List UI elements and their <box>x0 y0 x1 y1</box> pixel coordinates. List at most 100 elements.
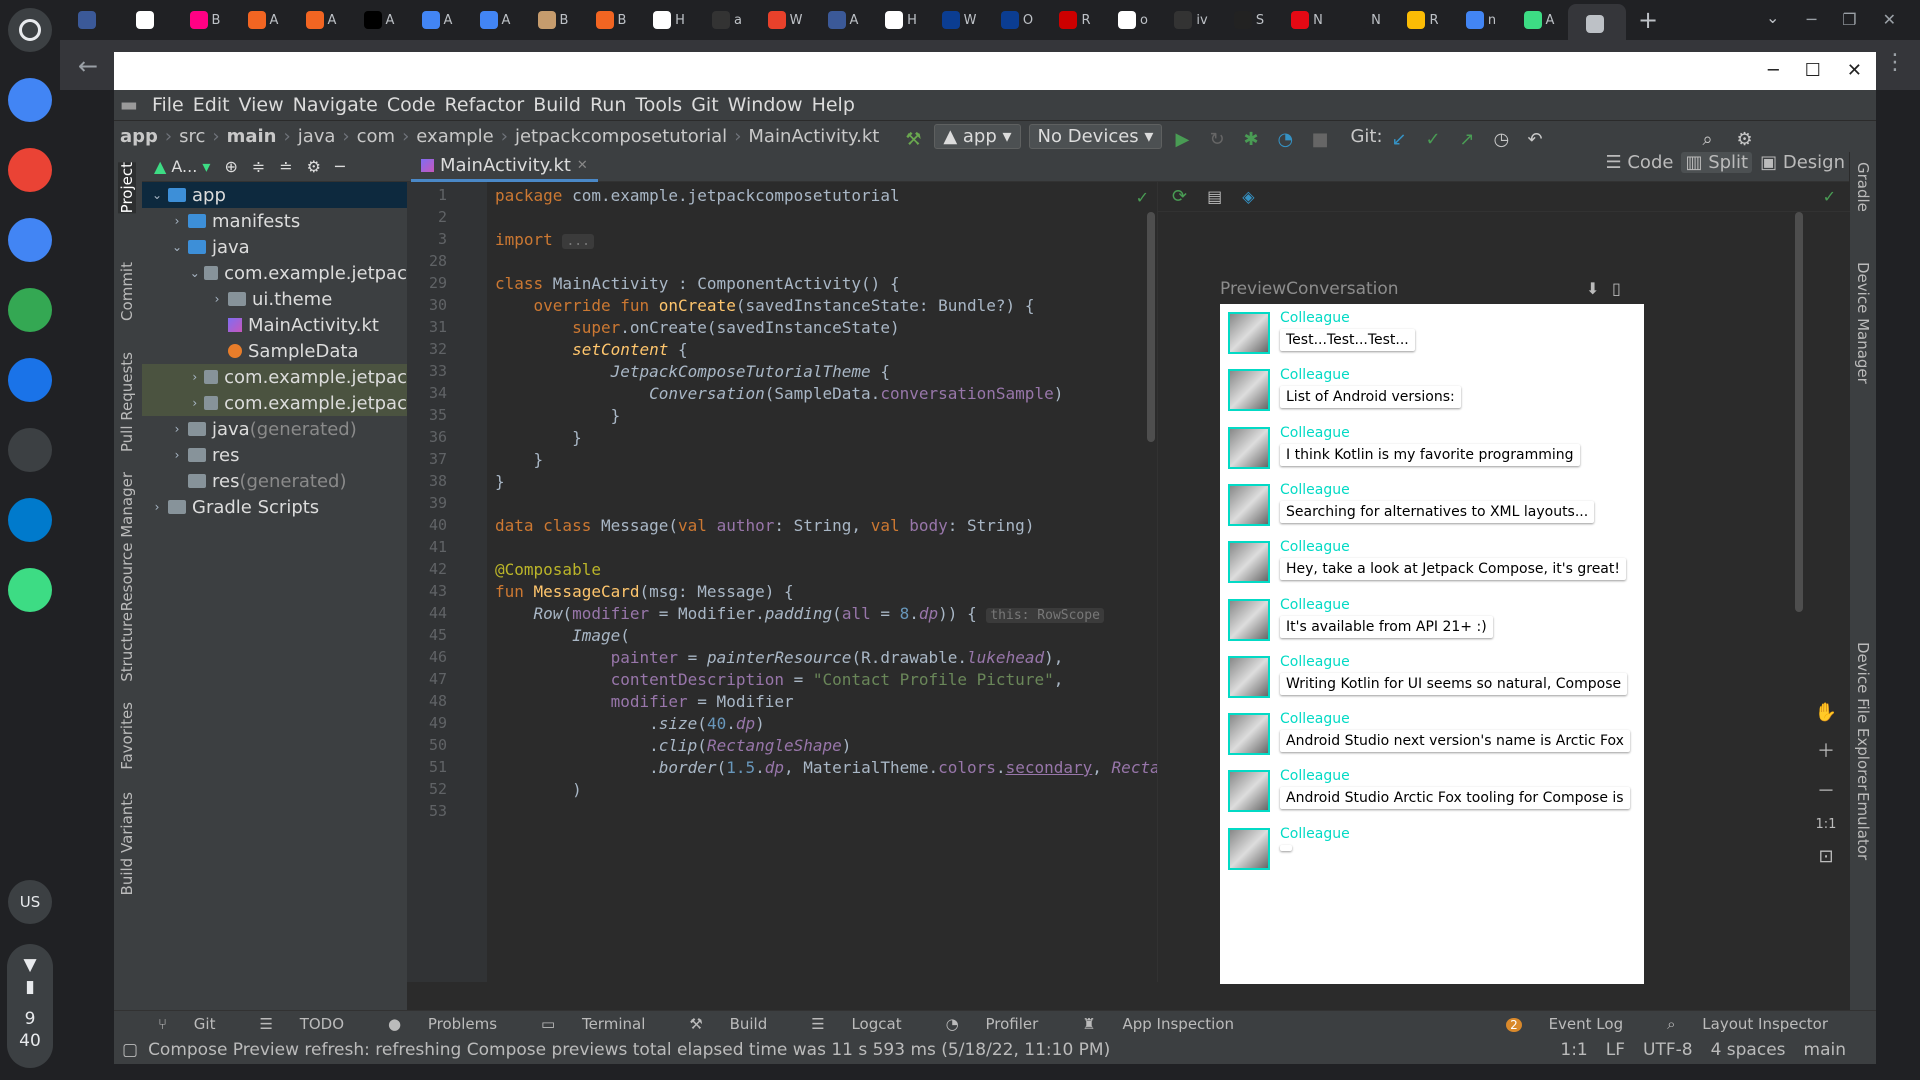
tree-node[interactable]: MainActivity.kt <box>142 312 407 338</box>
breadcrumb-item[interactable]: jetpackcomposetutorial <box>515 126 727 147</box>
browser-tab[interactable]: R <box>1046 4 1104 36</box>
status-item[interactable]: UTF-8 <box>1643 1040 1693 1060</box>
run-icon[interactable]: ▶ <box>1175 129 1191 150</box>
search-icon[interactable]: ⌕ <box>1703 129 1719 150</box>
menu-refactor[interactable]: Refactor <box>445 94 525 116</box>
chevron-icon[interactable]: ⌄ <box>146 188 168 202</box>
tab-search-icon[interactable]: ⌄ <box>1766 8 1779 27</box>
browser-tab[interactable]: B <box>524 4 582 36</box>
browser-tab[interactable]: H <box>640 4 698 36</box>
menu-view[interactable]: View <box>239 94 284 116</box>
tree-node[interactable]: res (generated) <box>142 468 407 494</box>
breadcrumb-item[interactable]: com <box>357 126 395 147</box>
tool-window-pull-requests[interactable]: Pull Requests <box>118 352 136 452</box>
bottom-tool-git[interactable]: ⑂ Git <box>136 1015 215 1033</box>
browser-tab[interactable]: N <box>1278 4 1336 36</box>
browser-tab[interactable]: n <box>1452 4 1510 36</box>
deploy-preview-icon[interactable]: ⬇ <box>1586 279 1599 298</box>
refresh-icon[interactable]: ⟳ <box>1172 186 1187 207</box>
panel-settings-icon[interactable]: ⚙ <box>307 157 321 176</box>
files-icon[interactable] <box>8 358 52 402</box>
tree-node[interactable]: › ui.theme <box>142 286 407 312</box>
browser-tab[interactable]: W <box>930 4 988 36</box>
tree-node[interactable]: › manifests <box>142 208 407 234</box>
status-message[interactable]: Compose Preview refresh: refreshing Comp… <box>148 1040 1110 1060</box>
settings-icon[interactable]: ⚙ <box>1737 129 1753 150</box>
docs-icon[interactable] <box>8 218 52 262</box>
chevron-icon[interactable]: › <box>146 500 168 514</box>
tree-node[interactable]: ⌄ com.example.jetpac <box>142 260 407 286</box>
breadcrumb-item[interactable]: main <box>227 126 277 147</box>
browser-tab[interactable]: B <box>582 4 640 36</box>
menu-file[interactable]: File <box>152 94 184 116</box>
status-item[interactable]: main <box>1804 1040 1846 1060</box>
layout-icon[interactable]: ▤ <box>1207 187 1222 206</box>
bottom-tool-logcat[interactable]: ☰ Logcat <box>789 1015 901 1033</box>
browser-tab[interactable]: A <box>292 4 350 36</box>
tree-node[interactable]: › java (generated) <box>142 416 407 442</box>
tree-node[interactable]: SampleData <box>142 338 407 364</box>
collapse-all-icon[interactable]: ≐ <box>279 157 292 176</box>
tool-window-structure[interactable]: Structure <box>118 612 136 682</box>
interactive-preview-icon[interactable]: ▯ <box>1612 279 1621 298</box>
expand-all-icon[interactable]: ≑ <box>252 157 265 176</box>
git-push-icon[interactable]: ↗ <box>1460 129 1476 150</box>
system-tray[interactable]: ▼ ▮ 9 40 <box>7 944 53 1068</box>
browser-tab[interactable] <box>118 4 176 36</box>
ide-maximize-icon[interactable]: ☐ <box>1805 60 1821 81</box>
tool-window-device-manager[interactable]: Device Manager <box>1854 262 1872 384</box>
zoom-out-icon[interactable]: － <box>1817 777 1835 803</box>
stop-icon[interactable]: ■ <box>1311 129 1328 150</box>
terminal-icon[interactable] <box>8 428 52 472</box>
minimize-icon[interactable]: ─ <box>1807 10 1817 29</box>
back-arrow-icon[interactable]: ← <box>78 52 98 80</box>
rollback-icon[interactable]: ↶ <box>1528 129 1544 150</box>
bottom-tool-todo[interactable]: ☰ TODO <box>237 1015 344 1033</box>
profile-icon[interactable]: ◔ <box>1277 129 1293 150</box>
browser-tab[interactable]: N <box>1336 4 1394 36</box>
bottom-tool-build[interactable]: ⚒ Build <box>667 1015 767 1033</box>
tool-window-favorites[interactable]: Favorites <box>118 702 136 770</box>
restore-icon[interactable]: ❐ <box>1842 10 1856 29</box>
browser-tab[interactable]: a <box>698 4 756 36</box>
preview-scrollbar[interactable] <box>1795 212 1803 612</box>
more-icon[interactable]: ⋮ <box>1884 50 1906 75</box>
menu-build[interactable]: Build <box>533 94 581 116</box>
zoom-reset-button[interactable]: 1:1 <box>1816 817 1837 832</box>
tab-close-icon[interactable]: ✕ <box>577 158 588 173</box>
menu-git[interactable]: Git <box>691 94 718 116</box>
split-mode-button[interactable]: ▥ Split <box>1681 151 1753 173</box>
code-editor[interactable]: package com.example.jetpackcomposetutori… <box>487 182 1157 982</box>
tool-window-device-file-explorer[interactable]: Device File Explorer <box>1854 642 1872 790</box>
status-item[interactable]: LF <box>1606 1040 1625 1060</box>
hammer-icon[interactable]: ⚒ <box>905 129 921 150</box>
tree-node[interactable]: › com.example.jetpac <box>142 364 407 390</box>
browser-tab[interactable]: A <box>1510 4 1568 36</box>
android-studio-icon[interactable] <box>8 568 52 612</box>
zoom-in-icon[interactable]: ＋ <box>1817 737 1835 763</box>
launcher-button[interactable] <box>8 8 52 52</box>
browser-tab[interactable]: A <box>350 4 408 36</box>
browser-tab[interactable]: H <box>872 4 930 36</box>
locate-icon[interactable]: ⊕ <box>224 157 237 176</box>
tree-node[interactable]: › Gradle Scripts <box>142 494 407 520</box>
browser-tab[interactable]: o <box>1104 4 1162 36</box>
git-update-icon[interactable]: ↙ <box>1392 129 1408 150</box>
chevron-icon[interactable]: ⌄ <box>186 266 204 280</box>
new-tab-button[interactable]: + <box>1638 6 1658 34</box>
tool-window-project[interactable]: Project <box>118 162 136 214</box>
bottom-tool-profiler[interactable]: ◔ Profiler <box>924 1015 1039 1033</box>
editor-scrollbar[interactable] <box>1147 212 1155 442</box>
menu-run[interactable]: Run <box>590 94 626 116</box>
breadcrumb-item[interactable]: java <box>298 126 336 147</box>
browser-tab[interactable]: A <box>408 4 466 36</box>
ide-close-icon[interactable]: ✕ <box>1847 60 1862 81</box>
browser-tab[interactable]: A <box>234 4 292 36</box>
bottom-tool-problems[interactable]: ● Problems <box>366 1015 497 1033</box>
menu-edit[interactable]: Edit <box>193 94 230 116</box>
chevron-icon[interactable]: › <box>166 422 188 436</box>
ide-minimize-icon[interactable]: ─ <box>1768 60 1779 81</box>
tool-window-gradle[interactable]: Gradle <box>1854 162 1872 212</box>
breadcrumb-item[interactable]: src <box>179 126 205 147</box>
chevron-icon[interactable]: › <box>186 396 204 410</box>
